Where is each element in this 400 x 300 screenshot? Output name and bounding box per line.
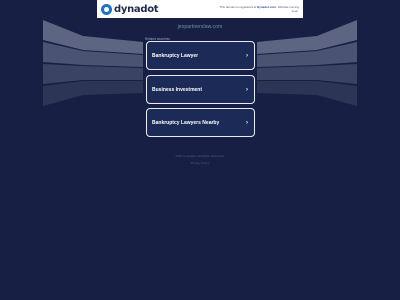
chevron-right-icon: › <box>246 86 248 93</box>
right-decoration-graphic <box>257 20 357 106</box>
privacy-policy-link[interactable]: Privacy Policy <box>0 160 400 167</box>
search-result-business-investment[interactable]: Business Investment › <box>146 75 255 104</box>
registrar-link[interactable]: Dynadot.com <box>257 5 276 9</box>
result-label: Bankruptcy Lawyer <box>152 52 199 59</box>
dynadot-logo-icon <box>101 3 112 15</box>
registration-notice: This domain is registered at Dynadot.com… <box>219 5 299 13</box>
chevron-right-icon: › <box>246 52 248 59</box>
copyright-text: 2025 Copyright. All Rights Reserved. <box>175 154 225 158</box>
search-result-bankruptcy-lawyer[interactable]: Bankruptcy Lawyer › <box>146 41 255 70</box>
footer: 2025 Copyright. All Rights Reserved. Pri… <box>0 153 400 167</box>
result-label: Business Investment <box>152 86 203 93</box>
search-result-bankruptcy-lawyers-nearby[interactable]: Bankruptcy Lawyers Nearby › <box>146 108 255 137</box>
chevron-right-icon: › <box>246 119 248 126</box>
top-banner: dynadot This domain is registered at Dyn… <box>97 0 303 18</box>
left-decoration-graphic <box>43 20 143 106</box>
logo-text: dynadot <box>114 3 159 15</box>
dynadot-logo[interactable]: dynadot <box>101 3 159 15</box>
result-label: Bankruptcy Lawyers Nearby <box>152 119 220 126</box>
